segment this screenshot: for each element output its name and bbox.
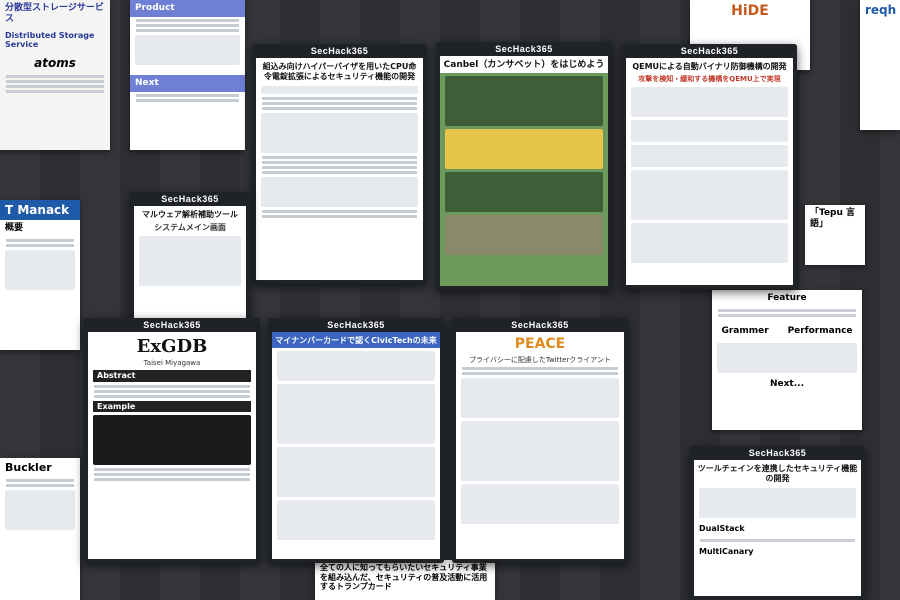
partial-subtitle: Next xyxy=(130,74,245,92)
poster-header: SecHack365 xyxy=(268,318,444,332)
poster-title: Canbel（カンサベット）をはじめよう xyxy=(440,56,608,73)
poster-title: PEACE xyxy=(514,336,566,352)
poster-qemu[interactable]: SecHack365 QEMUによる自動バイナリ防御機構の開発 攻撃を検知・緩和… xyxy=(622,44,797,289)
partial-poster-reqh: reqh xyxy=(860,0,900,130)
poster-exgdb[interactable]: SecHack365 ExGDB Taisei Miyagawa Abstrac… xyxy=(84,318,260,563)
partial-title: HiDE xyxy=(731,3,769,19)
poster-hypervisor[interactable]: SecHack365 組込み向けハイパーバイザを用いたCPU命令電錠拡張によるセ… xyxy=(252,44,427,284)
partial-subtitle-2: atoms xyxy=(34,55,76,70)
poster-header: SecHack365 xyxy=(622,44,797,58)
partial-title: reqh xyxy=(865,3,897,17)
poster-title: QEMUによる自動バイナリ防御機構の開発 xyxy=(632,62,787,71)
poster-header: SecHack365 xyxy=(690,446,865,460)
poster-title: ExGDB xyxy=(136,336,208,357)
poster-subtitle: プライバシーに配慮したTwitterクライアント xyxy=(468,355,612,364)
poster-subtitle: 攻撃を検知・緩和する機構をQEMU上で実現 xyxy=(638,74,781,83)
partial-subtitle-3: Feature xyxy=(767,293,807,303)
partial-subtitle-2: Performance xyxy=(787,325,853,336)
poster-canbel[interactable]: SecHack365 Canbel（カンサベット）をはじめよう xyxy=(436,42,612,290)
poster-malware[interactable]: SecHack365 マルウェア解析補助ツール システムメイン画面 xyxy=(130,192,250,322)
poster-title: 組込み向けハイパーバイザを用いたCPU命令電錠拡張によるセキュリティ機能の開発 xyxy=(262,62,417,81)
partial-title: 分散型ストレージサービス xyxy=(5,3,104,24)
partial-title: Buckler xyxy=(5,461,52,474)
partial-subtitle: 概要 xyxy=(5,223,24,234)
partial-subtitle-4: Next... xyxy=(769,378,804,389)
partial-title: Product xyxy=(130,0,245,17)
partial-poster-storage: 分散型ストレージサービス Distributed Storage Service… xyxy=(0,0,110,150)
partial-poster-product: Product Next xyxy=(130,0,245,150)
partial-subtitle: Grammer xyxy=(721,325,769,336)
partial-poster-manack: T Manack 概要 xyxy=(0,200,80,350)
poster-header: SecHack365 xyxy=(252,44,427,58)
poster-title: マルウェア解析補助ツール xyxy=(142,210,238,219)
poster-peace[interactable]: SecHack365 PEACE プライバシーに配慮したTwitterクライアン… xyxy=(452,318,628,563)
poster-header: SecHack365 xyxy=(84,318,260,332)
poster-header: SecHack365 xyxy=(130,192,250,206)
section-multicanary: MultiCanary xyxy=(699,546,754,556)
partial-title: T Manack xyxy=(0,200,80,221)
partial-title: 「Tepu 言語」 xyxy=(810,208,856,229)
poster-header: SecHack365 xyxy=(452,318,628,332)
section-example: Example xyxy=(93,400,251,413)
poster-title: マイナンバーカードで認くCivicTechの未来 xyxy=(272,332,440,348)
partial-poster-tepu: 「Tepu 言語」 xyxy=(805,205,865,265)
partial-poster-tepu-lower: Feature Grammer Performance Next... xyxy=(712,290,862,430)
partial-poster-trump: 全ての人に知ってもらいたいセキュリティ事業を組み込んだ、セキュリティの普及活動に… xyxy=(315,560,495,600)
poster-title: ツールチェインを連携したセキュリティ機能の開発 xyxy=(697,464,858,483)
partial-title: 全ての人に知ってもらいたいセキュリティ事業を組み込んだ、セキュリティの普及活動に… xyxy=(320,563,488,592)
poster-header: SecHack365 xyxy=(436,42,612,56)
poster-toolchain[interactable]: SecHack365 ツールチェインを連携したセキュリティ機能の開発 DualS… xyxy=(690,446,865,600)
poster-subtitle: システムメイン画面 xyxy=(154,222,226,232)
poster-author: Taisei Miyagawa xyxy=(143,359,201,367)
section-abstract: Abstract xyxy=(93,370,251,382)
partial-subtitle: Distributed Storage Service xyxy=(5,30,95,50)
partial-poster-buckler: Buckler xyxy=(0,458,80,600)
poster-civictech[interactable]: SecHack365 マイナンバーカードで認くCivicTechの未来 xyxy=(268,318,444,563)
section-dualstack: DualStack xyxy=(699,524,745,534)
